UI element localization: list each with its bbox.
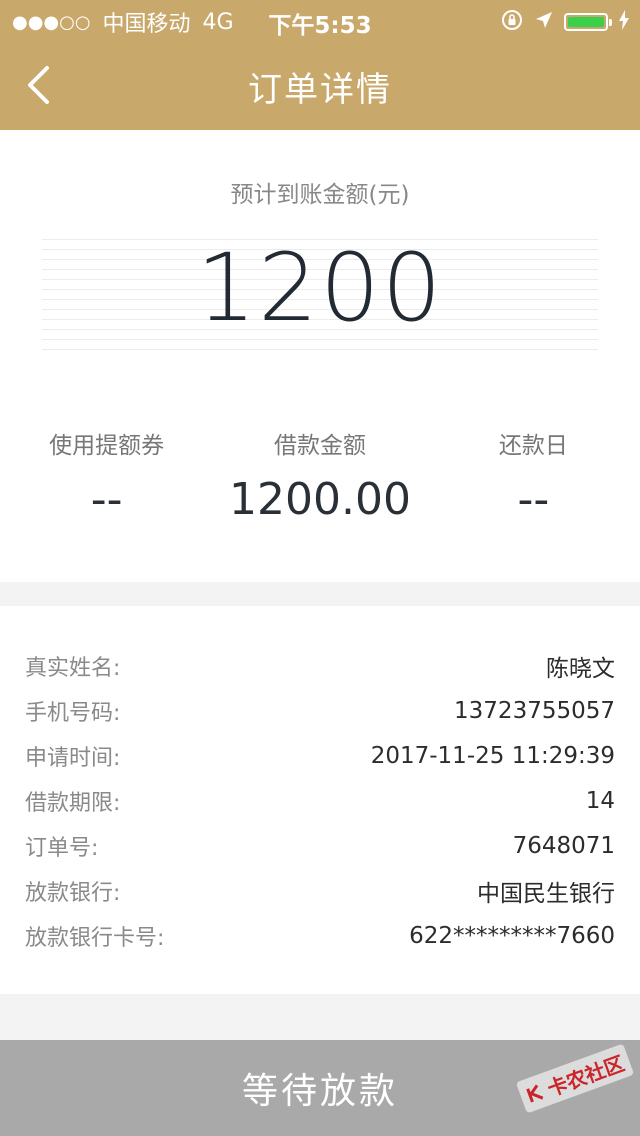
detail-row-phone: 手机号码: 13723755057 [25, 691, 615, 731]
battery-icon [564, 13, 612, 31]
stat-label: 还款日 [498, 433, 568, 459]
detail-row-apply-time: 申请时间: 2017-11-25 11:29:39 [25, 736, 615, 776]
detail-value: 13723755057 [454, 698, 615, 724]
estimated-amount-label: 预计到账金额(元) [230, 182, 410, 208]
nav-bar: 订单详情 [0, 40, 640, 130]
detail-key: 借款期限: [25, 791, 121, 816]
stat-value: -- [90, 474, 123, 525]
order-details-card: 真实姓名: 陈晓文 手机号码: 13723755057 申请时间: 2017-1… [0, 606, 640, 994]
detail-row-order-number: 订单号: 7648071 [25, 826, 615, 866]
detail-row-bank: 放款银行: 中国民生银行 [25, 871, 615, 911]
detail-value: 陈晓文 [546, 656, 615, 682]
detail-key: 申请时间: [25, 746, 121, 771]
detail-key: 真实姓名: [25, 656, 121, 681]
detail-value: 中国民生银行 [477, 881, 615, 907]
charging-icon [618, 10, 630, 34]
estimated-amount-value: 1200 [196, 234, 444, 343]
stat-label: 借款金额 [273, 433, 366, 459]
detail-key: 放款银行: [25, 881, 121, 906]
stat-value: -- [517, 474, 550, 525]
amount-summary-card: 预计到账金额(元) 1200 使用提额券 -- 借款金额 1200.00 还款日… [0, 130, 640, 582]
status-right [500, 8, 630, 36]
location-icon [534, 10, 554, 34]
stat-coupon: 使用提额券 -- [0, 426, 213, 525]
detail-value: 2017-11-25 11:29:39 [370, 743, 615, 769]
detail-value: 7648071 [512, 833, 615, 859]
detail-row-name: 真实姓名: 陈晓文 [25, 646, 615, 686]
loan-stats: 使用提额券 -- 借款金额 1200.00 还款日 -- [0, 426, 640, 525]
detail-value: 622*********7660 [409, 923, 615, 949]
stat-label: 使用提额券 [49, 433, 165, 459]
detail-key: 手机号码: [25, 701, 121, 726]
detail-key: 放款银行卡号: [25, 926, 165, 951]
stat-loan-amount: 借款金额 1200.00 [213, 426, 426, 525]
status-bar: ●●●○○ 中国移动 4G 下午5:53 [0, 0, 640, 40]
page-title: 订单详情 [248, 70, 392, 110]
stat-repay-date: 还款日 -- [427, 426, 640, 525]
stat-value: 1200.00 [229, 474, 411, 525]
watermark-k-icon [526, 1084, 544, 1103]
battery-level [568, 17, 604, 27]
detail-key: 订单号: [25, 836, 99, 861]
rotation-lock-icon [500, 8, 524, 36]
detail-row-bank-card: 放款银行卡号: 622*********7660 [25, 916, 615, 956]
detail-value: 14 [585, 788, 615, 814]
detail-row-loan-term: 借款期限: 14 [25, 781, 615, 821]
